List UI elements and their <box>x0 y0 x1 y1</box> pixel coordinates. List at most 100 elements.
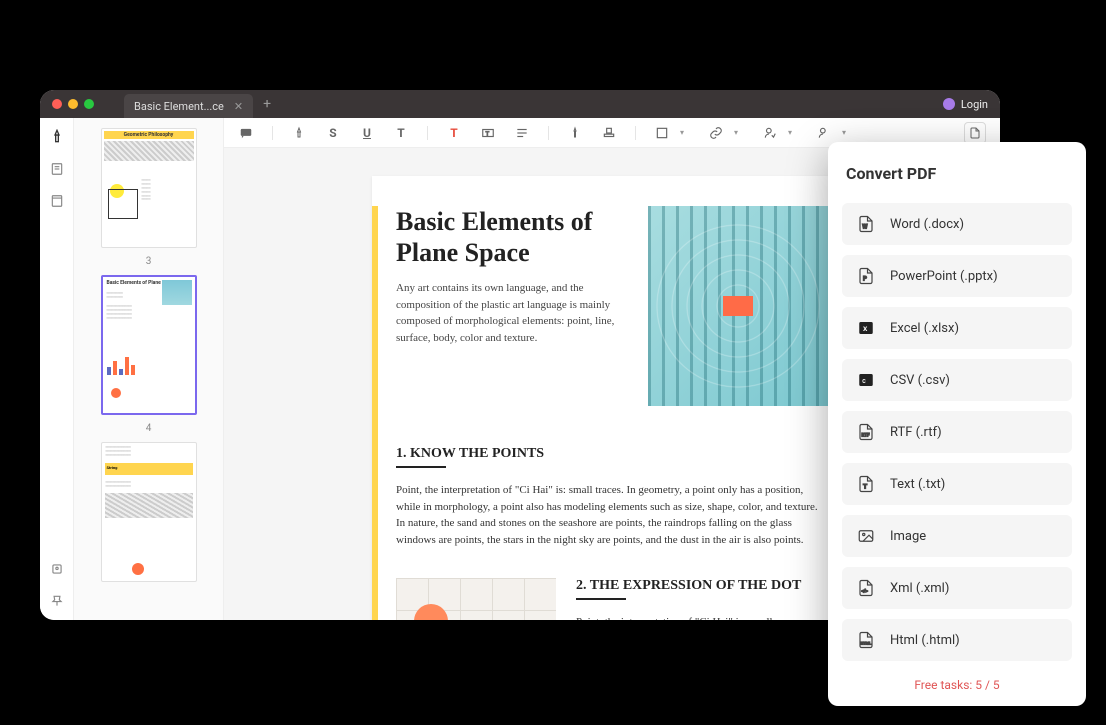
convert-option-xml[interactable]: </> Xml (.xml) <box>842 567 1072 609</box>
convert-options-list: W Word (.docx) P PowerPoint (.pptx) X Ex… <box>842 203 1072 668</box>
convert-option-excel[interactable]: X Excel (.xlsx) <box>842 307 1072 349</box>
thumb-graphic <box>104 141 194 161</box>
textbox-tool-icon[interactable]: T <box>480 125 496 141</box>
login-button[interactable]: Login <box>961 98 988 111</box>
section-heading: 2. THE EXPRESSION OF THE DOT <box>576 578 828 594</box>
svg-text:T: T <box>863 483 868 491</box>
convert-option-label: RTF (.rtf) <box>890 425 942 440</box>
convert-option-rtf[interactable]: RTF RTF (.rtf) <box>842 411 1072 453</box>
comment-tool-icon[interactable] <box>238 125 254 141</box>
new-tab-button[interactable]: + <box>263 96 271 112</box>
document-page: Basic Elements of Plane Space Any art co… <box>372 176 852 620</box>
close-tab-icon[interactable]: ✕ <box>234 100 243 113</box>
thumb-graphic <box>108 189 138 219</box>
thumb-graphic <box>162 280 192 305</box>
document-tab[interactable]: Basic Element...ce ✕ <box>124 94 253 118</box>
chevron-down-icon[interactable]: ▾ <box>782 125 798 141</box>
thumbnail-panel: Geometric Philosophy ━━━━━━━━━━━━━━━━━━━… <box>74 118 224 620</box>
page-thumbnail[interactable]: Geometric Philosophy ━━━━━━━━━━━━━━━━━━━… <box>101 128 197 248</box>
maximize-window-button[interactable] <box>84 99 94 109</box>
toolbar-separator <box>427 126 428 140</box>
html-file-icon: HTML <box>856 630 876 650</box>
titlebar: Basic Element...ce ✕ + Login <box>40 90 1000 118</box>
svg-text:HTML: HTML <box>861 642 871 646</box>
highlighter-tool-icon[interactable] <box>48 128 66 146</box>
close-window-button[interactable] <box>52 99 62 109</box>
svg-text:</>: </> <box>862 589 869 595</box>
tab-title: Basic Element...ce <box>134 100 224 113</box>
strikethrough-tool-icon[interactable]: S <box>325 125 341 141</box>
thumb-graphic <box>111 388 121 398</box>
marker-tool-icon[interactable] <box>567 125 583 141</box>
thumb-graphic <box>105 493 193 518</box>
thumb-page-number: 4 <box>146 423 152 434</box>
page-thumbnail[interactable]: ━━━━━━━━━━━━━━━━━━━━━━━━━━━━━━━━━━━━━━━━… <box>101 442 197 582</box>
convert-option-label: Xml (.xml) <box>890 581 949 596</box>
page-title: Basic Elements of Plane Space <box>396 206 628 268</box>
convert-option-label: Text (.txt) <box>890 477 945 492</box>
convert-option-label: Image <box>890 529 926 544</box>
chevron-down-icon[interactable]: ▾ <box>836 125 852 141</box>
thumb-graphic <box>132 563 144 575</box>
thumb-text-lines: ━━━━━━━━━━━━━━━━━━━━━━━━━━━━━━━━━━━━━━━━… <box>102 443 196 460</box>
signature-tool-icon[interactable] <box>762 125 778 141</box>
chevron-down-icon[interactable]: ▾ <box>674 125 690 141</box>
pen-tool-icon[interactable] <box>291 125 307 141</box>
convert-option-html[interactable]: HTML Html (.html) <box>842 619 1072 661</box>
svg-text:RTF: RTF <box>862 433 871 439</box>
word-file-icon: W <box>856 214 876 234</box>
convert-panel-toggle[interactable] <box>964 122 986 144</box>
pin-tool-icon[interactable] <box>48 592 66 610</box>
image-file-icon <box>856 526 876 546</box>
xml-file-icon: </> <box>856 578 876 598</box>
convert-option-label: Html (.html) <box>890 633 960 648</box>
svg-text:W: W <box>862 224 868 231</box>
convert-option-label: PowerPoint (.pptx) <box>890 269 998 284</box>
excel-file-icon: X <box>856 318 876 338</box>
traffic-lights <box>52 99 94 109</box>
powerpoint-file-icon: P <box>856 266 876 286</box>
section-body: Point, the interpretation of "Ci Hai" is… <box>396 482 828 548</box>
convert-panel-title: Convert PDF <box>842 164 1072 183</box>
convert-option-csv[interactable]: C CSV (.csv) <box>842 359 1072 401</box>
free-tasks-counter: Free tasks: 5 / 5 <box>842 678 1072 692</box>
user-tool-icon[interactable] <box>48 560 66 578</box>
underline-tool-icon[interactable]: U <box>359 125 375 141</box>
convert-option-text[interactable]: T Text (.txt) <box>842 463 1072 505</box>
section-rule <box>396 466 446 468</box>
chevron-down-icon[interactable]: ▾ <box>728 125 744 141</box>
convert-option-word[interactable]: W Word (.docx) <box>842 203 1072 245</box>
section-2: 2. THE EXPRESSION OF THE DOT Point, the … <box>396 578 828 620</box>
svg-text:C: C <box>862 379 866 385</box>
toolbar-separator <box>272 126 273 140</box>
toolbar-separator <box>635 126 636 140</box>
text-color-tool-icon[interactable]: T <box>446 125 462 141</box>
toolbar-separator <box>548 126 549 140</box>
convert-option-image[interactable]: Image <box>842 515 1072 557</box>
text-file-icon: T <box>856 474 876 494</box>
align-tool-icon[interactable] <box>514 125 530 141</box>
convert-option-label: Excel (.xlsx) <box>890 321 959 336</box>
convert-option-powerpoint[interactable]: P PowerPoint (.pptx) <box>842 255 1072 297</box>
section-body: Point, the interpretation of "Ci Hai" is… <box>576 614 828 620</box>
link-tool-icon[interactable] <box>708 125 724 141</box>
svg-text:P: P <box>863 276 867 283</box>
bookmarks-tool-icon[interactable] <box>48 192 66 210</box>
thumb-graphic <box>107 357 135 375</box>
text-tool-icon[interactable]: T <box>393 125 409 141</box>
svg-text:T: T <box>486 131 490 137</box>
redact-tool-icon[interactable] <box>816 125 832 141</box>
page-thumbnail-selected[interactable]: Basic Elements of Plane Space ━━━━━━━━━━… <box>101 275 197 415</box>
page-hero: Basic Elements of Plane Space Any art co… <box>396 206 828 406</box>
notes-tool-icon[interactable] <box>48 160 66 178</box>
thumb-text-lines: ━━━━━━━━━━━━━━━━━━━━━━━━━━━━ <box>102 478 196 490</box>
shape-tool-icon[interactable] <box>654 125 670 141</box>
titlebar-right: Login <box>943 98 988 111</box>
avatar-icon[interactable] <box>943 98 955 110</box>
thumb-mini-title: Geometric Philosophy <box>104 131 194 139</box>
thumb-mini-title: String <box>105 463 193 475</box>
minimize-window-button[interactable] <box>68 99 78 109</box>
stamp-tool-icon[interactable] <box>601 125 617 141</box>
rtf-file-icon: RTF <box>856 422 876 442</box>
page-hero-image <box>648 206 828 406</box>
